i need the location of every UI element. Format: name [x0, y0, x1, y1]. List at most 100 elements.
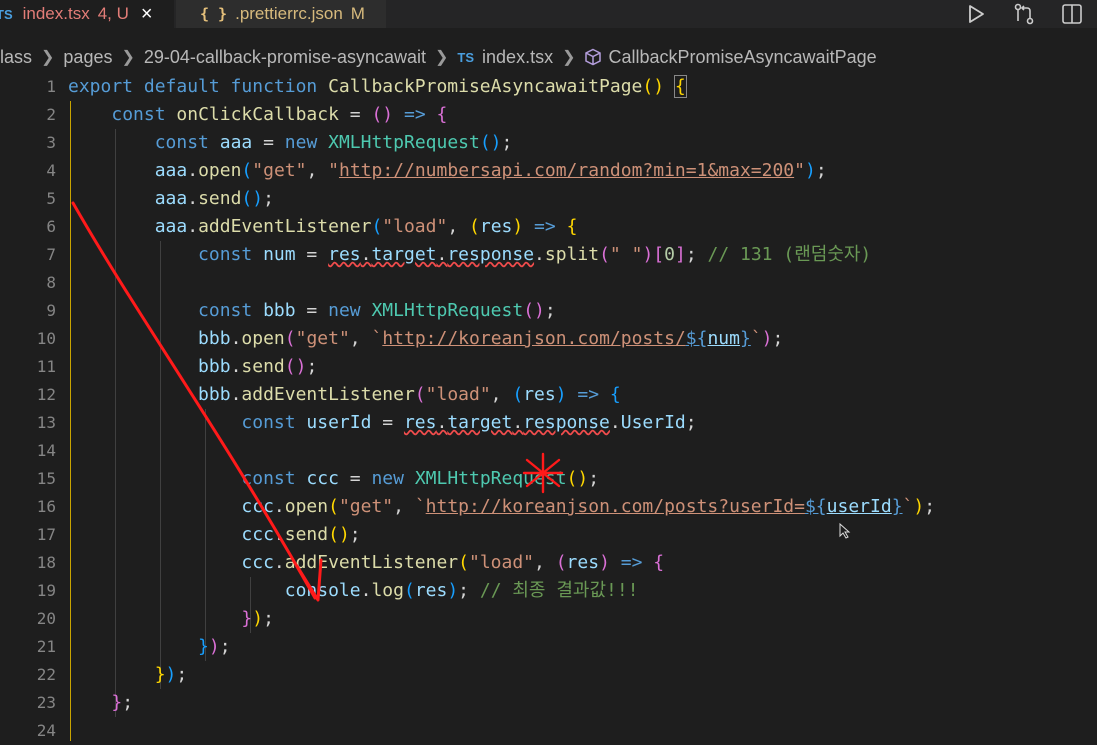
url-link[interactable]: http://numbersapi.com/random?min=1&max=2…: [339, 160, 794, 181]
token: "get": [295, 328, 350, 349]
token: "load": [425, 384, 491, 405]
json-file-icon: { }: [200, 5, 228, 23]
code-line: bbb.open("get", `http://koreanjson.com/p…: [68, 325, 935, 353]
token: }: [111, 692, 123, 713]
token: "get": [252, 160, 307, 181]
token: ;: [122, 692, 134, 713]
token: ): [512, 216, 524, 237]
line-number: 10: [36, 329, 56, 348]
breadcrumb-item[interactable]: lass: [0, 47, 32, 68]
token: const: [154, 132, 220, 153]
token: new: [371, 468, 415, 489]
typescript-file-icon: TS: [0, 6, 13, 22]
token: (: [469, 216, 480, 237]
line-number: 24: [36, 721, 56, 740]
token: XMLHttpRequest: [328, 132, 480, 153]
token: {: [566, 216, 578, 237]
line-number: 5: [46, 189, 56, 208]
tab-index-tsx[interactable]: TS index.tsx 4, U ×: [0, 0, 174, 28]
token: (: [403, 580, 415, 601]
token: ): [804, 160, 816, 181]
token: [: [653, 244, 665, 265]
token: split: [544, 244, 600, 265]
code-line: aaa.addEventListener("load", (res) => {: [68, 213, 935, 241]
token: "get": [338, 496, 394, 517]
token: res: [328, 244, 361, 265]
chevron-right-icon: ❯: [435, 49, 449, 66]
tab-status: 4, U: [97, 4, 129, 23]
token: target: [447, 412, 513, 433]
tab-prettierrc-json[interactable]: { } .prettierrc.json M: [176, 0, 386, 28]
token: }: [154, 664, 166, 685]
code-line: export default function CallbackPromiseA…: [68, 73, 935, 101]
token: res: [414, 580, 448, 601]
token: `: [902, 496, 914, 517]
line-number: 22: [36, 665, 56, 684]
token: .: [512, 412, 524, 433]
code-line: ccc.send();: [68, 521, 935, 549]
compare-changes-icon[interactable]: [1011, 1, 1037, 27]
token: (: [241, 160, 253, 181]
code-line: ccc.addEventListener("load", (res) => {: [68, 549, 935, 577]
line-number: 11: [36, 357, 56, 376]
tab-status: M: [350, 4, 365, 23]
line-number: 1: [46, 77, 56, 96]
breadcrumb-item[interactable]: 29-04-callback-promise-asyncawait: [144, 47, 426, 68]
token: " ": [609, 244, 643, 265]
url-link[interactable]: http://koreanjson.com/posts?userId=: [426, 496, 805, 517]
token: =: [338, 468, 372, 489]
token: ]: [674, 244, 686, 265]
breadcrumb-file[interactable]: index.tsx: [482, 47, 553, 68]
token: CallbackPromiseAsyncawaitPage: [328, 76, 643, 97]
token: ;: [306, 356, 318, 377]
code-lines[interactable]: export default function CallbackPromiseA…: [68, 73, 935, 745]
run-icon[interactable]: [963, 1, 989, 27]
tab-label: index.tsx: [22, 4, 90, 23]
comment: // 131 (랜덤숫자): [707, 244, 872, 265]
token: (: [599, 244, 610, 265]
token: ${: [804, 496, 827, 517]
code-line: aaa.open("get", "http://numbersapi.com/r…: [68, 157, 935, 185]
token: const: [241, 468, 307, 489]
line-number: 2: [46, 105, 56, 124]
token: target: [371, 244, 437, 265]
token: =: [295, 244, 329, 265]
token: }: [198, 636, 209, 657]
token: ;: [924, 496, 936, 517]
line-number: 17: [36, 525, 56, 544]
token: ,: [534, 552, 556, 573]
split-editor-icon[interactable]: [1059, 1, 1085, 27]
line-number: 15: [36, 469, 56, 488]
token: .: [230, 328, 242, 349]
token: bbb: [198, 384, 231, 405]
code-editor[interactable]: 1 2 3 4 5 6 7 8 9 10 11 12 13 14 15 16 17 18 19 20 21 22 23 24 …: [0, 73, 1097, 741]
breadcrumb-item[interactable]: pages: [63, 47, 112, 68]
token: =: [295, 300, 329, 321]
token: ;: [815, 160, 827, 181]
token: ccc: [241, 524, 274, 545]
token: userId: [306, 412, 372, 433]
close-icon[interactable]: ×: [141, 3, 153, 26]
token: ,: [393, 496, 415, 517]
breadcrumb-symbol[interactable]: CallbackPromiseAsyncawaitPage: [608, 47, 876, 68]
token: aaa: [154, 160, 188, 181]
url-link[interactable]: http://koreanjson.com/posts/: [382, 328, 685, 349]
token: .: [230, 384, 242, 405]
code-line: const bbb = new XMLHttpRequest();: [68, 297, 935, 325]
token: num: [263, 244, 296, 265]
token: ;: [544, 300, 556, 321]
code-line: aaa.send();: [68, 185, 935, 213]
token: }: [241, 608, 253, 629]
token: .: [360, 580, 372, 601]
token: send: [198, 188, 242, 209]
typescript-file-icon: TS: [457, 49, 475, 65]
token: ;: [458, 580, 480, 601]
tab-label: .prettierrc.json: [235, 4, 343, 23]
tab-bar: TS index.tsx 4, U × { } .prettierrc.json…: [0, 0, 1097, 28]
token: ;: [176, 664, 188, 685]
line-number: 23: [36, 693, 56, 712]
line-number: 3: [46, 133, 56, 152]
token: (): [328, 524, 350, 545]
